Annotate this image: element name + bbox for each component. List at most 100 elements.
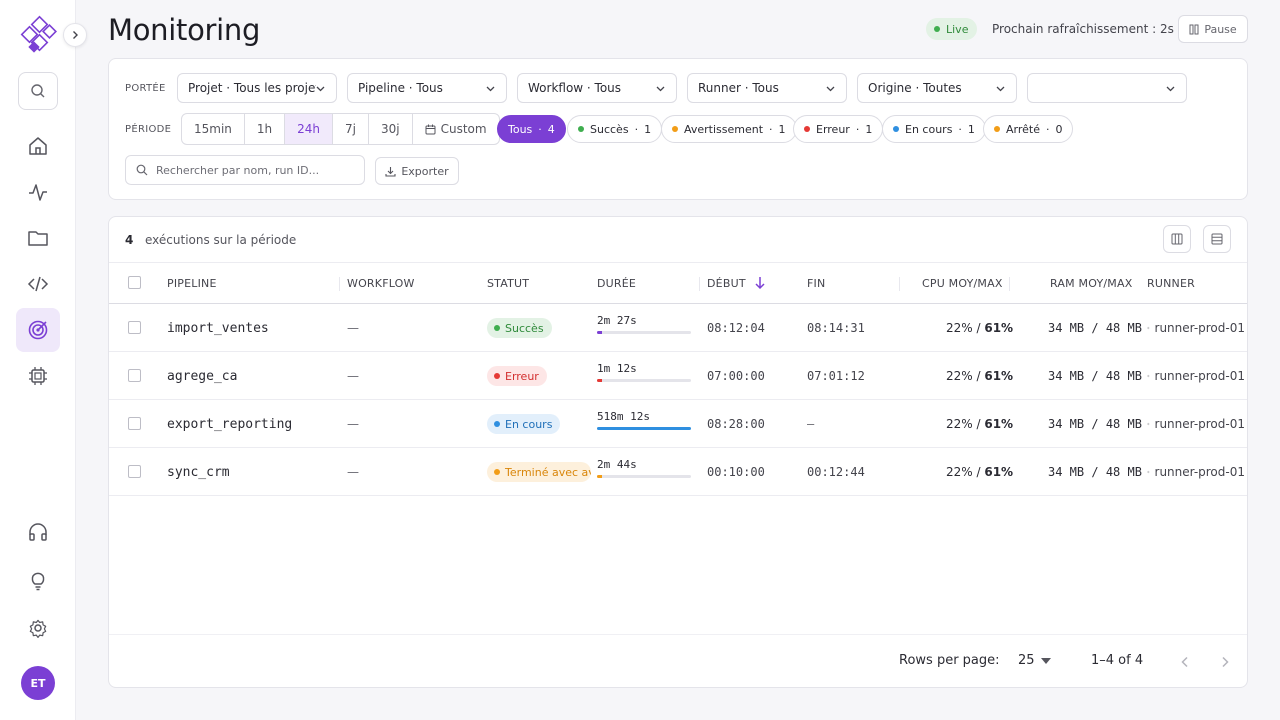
live-dot (934, 26, 940, 32)
chevron-right-icon (1222, 656, 1229, 668)
status-dot (494, 469, 500, 475)
ram-max: 48 MB (1105, 465, 1142, 479)
sidebar-item-home[interactable] (16, 124, 60, 168)
origin-select-value: Origine · Toutes (868, 81, 962, 95)
table-row[interactable]: agrege_ca — Erreur 1m 12s 07:00:00 07:01… (109, 352, 1247, 400)
sidebar-item-support[interactable] (16, 510, 60, 554)
headphones-icon (29, 523, 47, 541)
cpu-avg: 22% (946, 417, 973, 431)
sidebar-item-runners[interactable] (16, 354, 60, 398)
sidebar-search-button[interactable] (18, 72, 58, 110)
columns-view-button[interactable] (1163, 225, 1191, 253)
avatar[interactable]: ET (21, 666, 55, 700)
table-row[interactable]: sync_crm — Terminé avec avertissement 2m… (109, 448, 1247, 496)
runner-select[interactable]: Runner · Tous (687, 73, 847, 103)
runner-cell[interactable]: runner-prod-01 (1147, 321, 1245, 335)
error-dot (804, 126, 810, 132)
rows-per-page-select[interactable]: 25 (1018, 653, 1051, 668)
status-chip-error[interactable]: Erreur · 1 (793, 115, 884, 143)
runner-name: runner-prod-01 (1154, 321, 1245, 335)
status-chip-success[interactable]: Succès · 1 (567, 115, 663, 143)
cpu-usage: 22% / 61% (946, 369, 1013, 383)
gear-icon (1147, 470, 1150, 474)
gear-icon (1147, 374, 1150, 378)
period-1h[interactable]: 1h (245, 114, 286, 144)
project-select[interactable]: Projet · Tous les projets (177, 73, 337, 103)
live-label: Live (946, 22, 969, 36)
duration-bar (597, 475, 691, 478)
sidebar-collapse-button[interactable] (63, 23, 87, 47)
row-checkbox[interactable] (128, 321, 141, 334)
search-field[interactable] (125, 155, 365, 185)
runner-cell[interactable]: runner-prod-01 (1147, 465, 1245, 479)
status-chip-stopped[interactable]: Arrêté · 0 (983, 115, 1074, 143)
table-row[interactable]: import_ventes — Succès 2m 27s 08:12:04 0… (109, 304, 1247, 352)
warning-dot (672, 126, 678, 132)
stopped-dot (994, 126, 1000, 132)
col-duration[interactable]: DURÉE (597, 277, 636, 290)
sidebar-item-settings[interactable] (16, 606, 60, 650)
ram-usage: 34 MB / 48 MB (1048, 369, 1142, 383)
col-runner[interactable]: RUNNER (1147, 277, 1195, 290)
duration-label: 1m 12s (597, 362, 637, 375)
prev-page-button[interactable] (1174, 651, 1196, 673)
ram-usage: 34 MB / 48 MB (1048, 321, 1142, 335)
period-7j[interactable]: 7j (333, 114, 369, 144)
logo-icon (20, 15, 57, 53)
pipeline-name[interactable]: import_ventes (167, 321, 269, 336)
row-checkbox[interactable] (128, 465, 141, 478)
runner-cell[interactable]: runner-prod-01 (1147, 369, 1245, 383)
period-custom[interactable]: Custom (413, 114, 499, 144)
folder-icon (28, 231, 48, 246)
origin-select[interactable]: Origine · Toutes (857, 73, 1017, 103)
col-cpu[interactable]: CPU MOY/MAX (922, 277, 1003, 290)
cpu-avg: 22% (946, 369, 973, 383)
period-15min[interactable]: 15min (182, 114, 245, 144)
pipeline-name[interactable]: agrege_ca (167, 369, 237, 384)
col-ram[interactable]: RAM MOY/MAX (1050, 277, 1132, 290)
sort-desc-icon[interactable] (754, 276, 766, 290)
select-all-checkbox[interactable] (128, 276, 141, 289)
period-selector: 15min 1h 24h 7j 30j Custom (181, 113, 500, 145)
export-button[interactable]: Exporter (375, 157, 459, 185)
rows-per-page-value: 25 (1018, 653, 1035, 668)
col-start[interactable]: DÉBUT (707, 277, 746, 290)
sidebar-item-activity[interactable] (16, 170, 60, 214)
col-pipeline[interactable]: PIPELINE (167, 277, 217, 290)
col-status[interactable]: STATUT (487, 277, 529, 290)
cpu-max: 61% (984, 369, 1014, 383)
status-chip-running[interactable]: En cours · 1 (882, 115, 986, 143)
search-input[interactable] (156, 163, 346, 177)
workflow-name: — (347, 321, 359, 335)
col-end[interactable]: FIN (807, 277, 825, 290)
scope-label: PORTÉE (125, 83, 166, 94)
sidebar-item-tips[interactable] (16, 558, 60, 602)
workflow-select-value: Workflow · Tous (528, 81, 622, 95)
period-label-24h: 24h (297, 122, 321, 136)
status-chip-all[interactable]: Tous · 4 (497, 115, 566, 143)
sidebar-item-monitoring[interactable] (16, 308, 60, 352)
extra-select[interactable] (1027, 73, 1187, 103)
runner-cell[interactable]: runner-prod-01 (1147, 417, 1245, 431)
pipeline-name[interactable]: sync_crm (167, 465, 230, 480)
status-chip-warning[interactable]: Avertissement · 1 (661, 115, 797, 143)
period-label-30j: 30j (381, 122, 400, 136)
row-checkbox[interactable] (128, 369, 141, 382)
duration-label: 518m 12s (597, 410, 650, 423)
density-view-button[interactable] (1203, 225, 1231, 253)
pipeline-name[interactable]: export_reporting (167, 417, 292, 432)
pipeline-select[interactable]: Pipeline · Tous (347, 73, 507, 103)
sidebar-item-code[interactable] (16, 262, 60, 306)
table-header: PIPELINE WORKFLOW STATUT DURÉE DÉBUT FIN… (109, 262, 1247, 304)
row-checkbox[interactable] (128, 417, 141, 430)
sidebar-item-projects[interactable] (16, 216, 60, 260)
workflow-select[interactable]: Workflow · Tous (517, 73, 677, 103)
table-row[interactable]: export_reporting — En cours 518m 12s 08:… (109, 400, 1247, 448)
pause-button[interactable]: Pause (1178, 15, 1248, 43)
next-page-button[interactable] (1214, 651, 1236, 673)
period-30j[interactable]: 30j (369, 114, 413, 144)
col-workflow[interactable]: WORKFLOW (347, 277, 415, 290)
chevron-down-icon (996, 86, 1005, 92)
logo[interactable] (16, 15, 60, 59)
period-24h[interactable]: 24h (285, 114, 334, 144)
